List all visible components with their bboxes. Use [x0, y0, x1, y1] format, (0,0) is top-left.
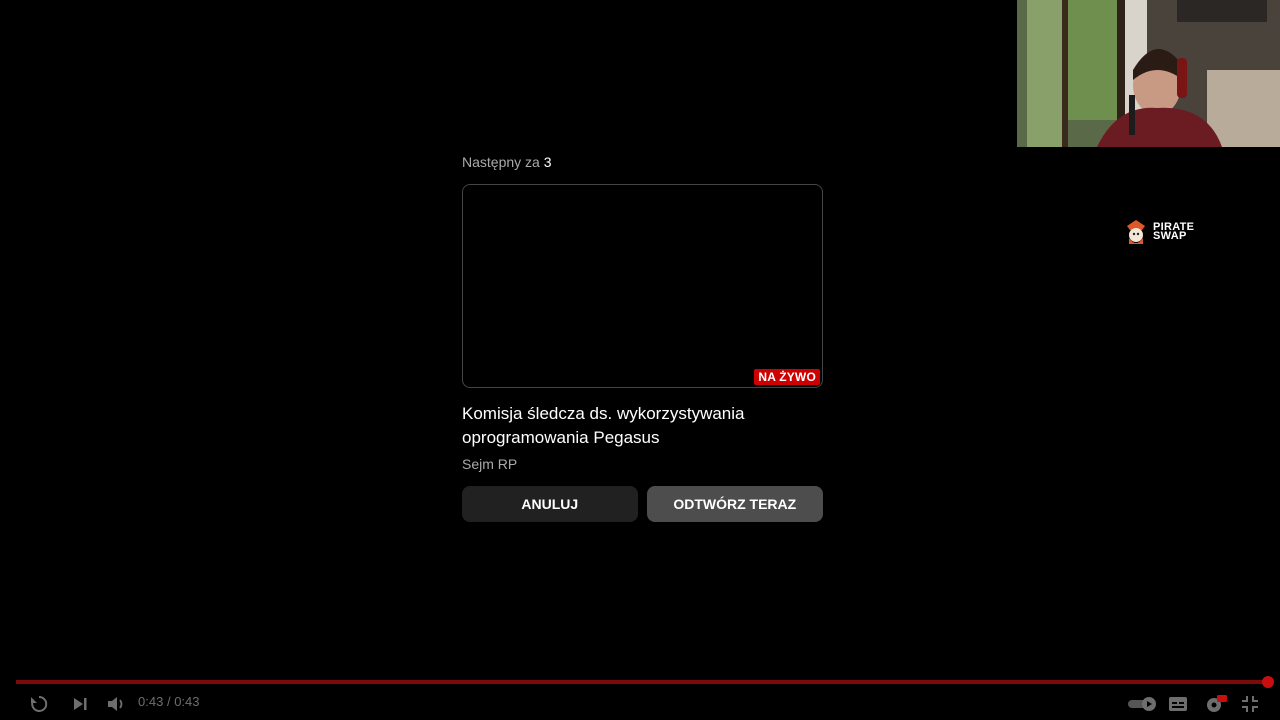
- up-next-card: Następny za 3 NA ŻYWO Komisja śledcza ds…: [462, 152, 823, 522]
- player-controls: 0:43 / 0:43: [0, 686, 1280, 720]
- settings-icon[interactable]: [1204, 692, 1228, 716]
- progress-fill: [16, 676, 1274, 688]
- up-next-channel: Sejm RP: [462, 456, 518, 472]
- up-next-thumbnail[interactable]: NA ŻYWO: [462, 184, 823, 388]
- sponsor-line2: SWAP: [1153, 230, 1187, 242]
- current-time: 0:43: [138, 694, 164, 709]
- pirate-logo-icon: [1127, 220, 1145, 244]
- live-badge: NA ŻYWO: [754, 369, 820, 385]
- sponsor-logo: PIRATE SWAP: [1125, 218, 1194, 246]
- webcam-overlay: [1017, 0, 1280, 147]
- up-next-label: Następny za: [462, 154, 540, 170]
- replay-icon[interactable]: [27, 692, 51, 716]
- volume-icon[interactable]: [104, 692, 128, 716]
- time-separator: /: [166, 694, 171, 709]
- up-next-actions: ANULUJ ODTWÓRZ TERAZ: [462, 486, 823, 522]
- play-now-button[interactable]: ODTWÓRZ TERAZ: [646, 486, 823, 522]
- up-next-countdown: Następny za 3: [462, 152, 823, 172]
- exit-fullscreen-icon[interactable]: [1238, 692, 1262, 716]
- time-display: 0:43 / 0:43: [138, 694, 200, 710]
- next-icon[interactable]: [68, 692, 92, 716]
- autoplay-toggle-icon[interactable]: [1126, 692, 1158, 716]
- subtitles-icon[interactable]: [1166, 692, 1190, 716]
- video-player[interactable]: PIRATE SWAP Następny za 3 NA ŻYWO Komisj…: [0, 0, 1280, 720]
- up-next-title[interactable]: Komisja śledcza ds. wykorzystywania opro…: [462, 402, 823, 450]
- cancel-button[interactable]: ANULUJ: [462, 486, 638, 522]
- countdown-number: 3: [543, 154, 552, 170]
- duration: 0:43: [174, 694, 200, 709]
- progress-bar[interactable]: [16, 676, 1274, 688]
